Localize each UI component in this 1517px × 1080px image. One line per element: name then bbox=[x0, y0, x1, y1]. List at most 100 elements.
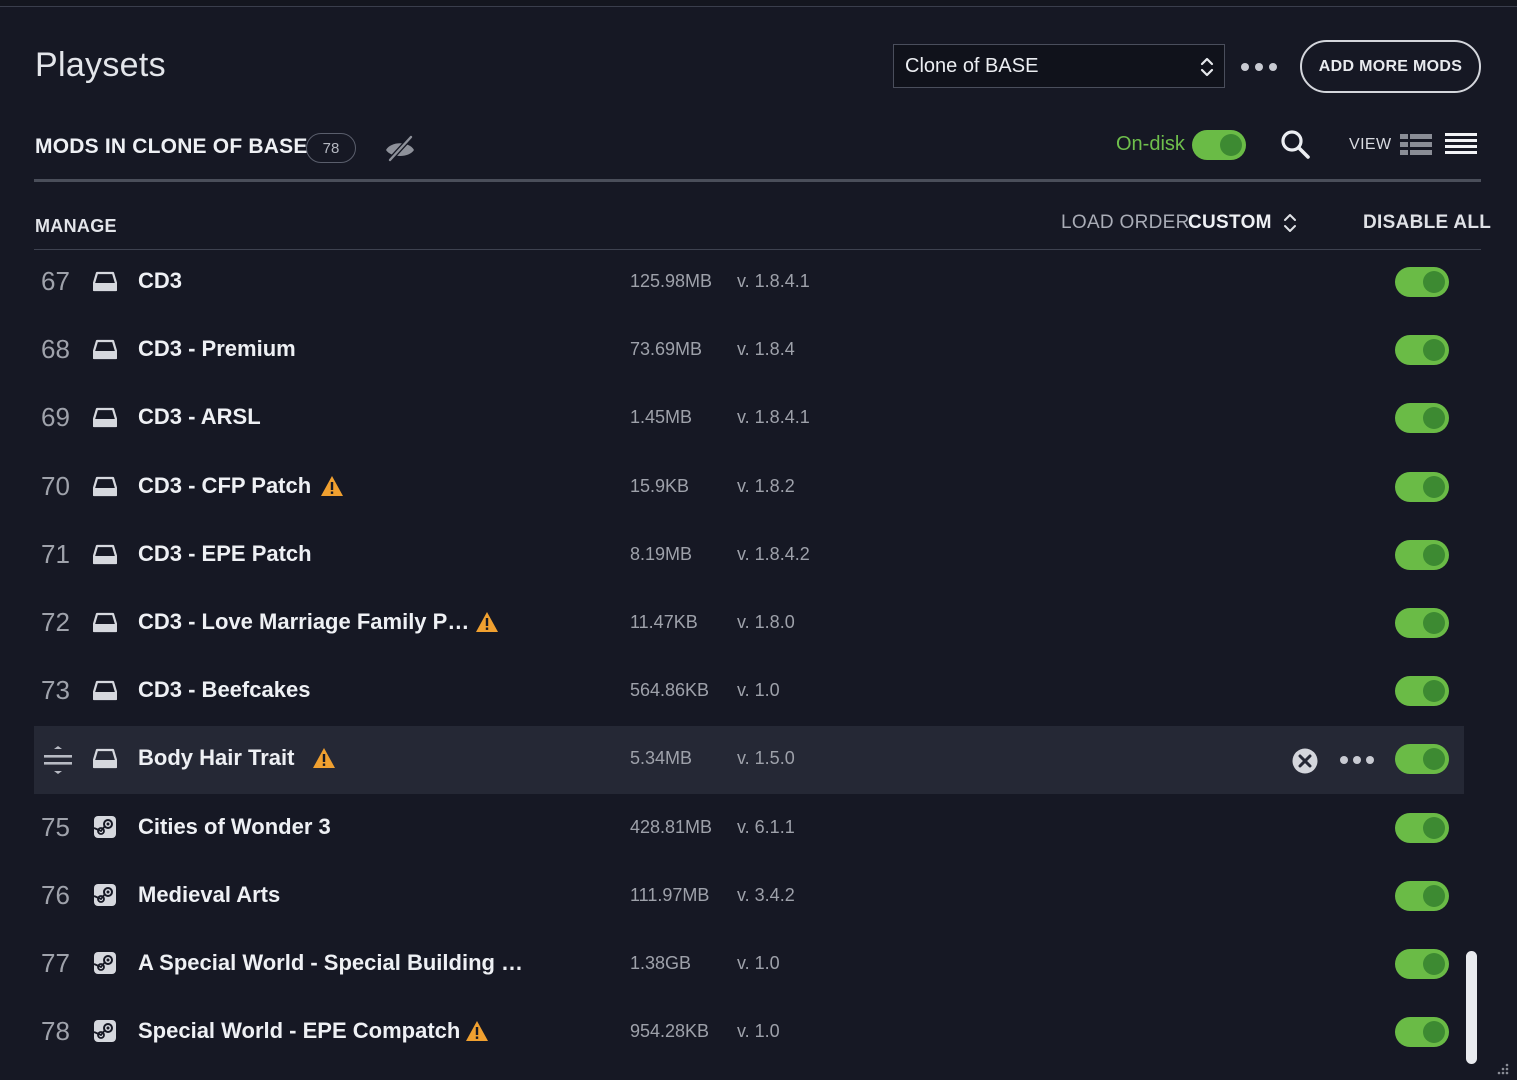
mod-name[interactable]: Medieval Arts bbox=[138, 882, 280, 908]
disk-icon bbox=[93, 749, 117, 769]
mod-row[interactable]: 75 Cities of Wonder 3 428.81MB v. 6.1.1 bbox=[34, 795, 1464, 863]
disk-icon bbox=[93, 340, 117, 360]
mod-size: 428.81MB bbox=[630, 816, 713, 837]
mod-name[interactable]: Body Hair Trait bbox=[138, 745, 294, 771]
eye-slash-icon[interactable] bbox=[383, 133, 417, 163]
mod-version: v. 1.8.0 bbox=[737, 612, 795, 632]
mod-size: 8.19MB bbox=[630, 543, 693, 564]
window-top-edge bbox=[0, 0, 1517, 7]
mod-name[interactable]: Special World - EPE Compatch bbox=[138, 1018, 460, 1044]
playset-more-options-button[interactable] bbox=[1241, 57, 1277, 77]
mod-version: v. 1.0 bbox=[737, 680, 780, 701]
disk-icon bbox=[93, 476, 117, 496]
disk-icon bbox=[93, 271, 117, 292]
mod-version: v. 1.0 bbox=[737, 953, 780, 973]
mod-enabled-toggle[interactable] bbox=[1395, 267, 1449, 297]
disk-icon bbox=[93, 612, 117, 633]
load-order-number: 78 bbox=[41, 1016, 70, 1047]
steam-icon bbox=[93, 815, 116, 838]
load-order-number: 75 bbox=[41, 811, 70, 842]
drag-handle-icon[interactable] bbox=[43, 746, 73, 775]
mod-row[interactable]: 72 CD3 - Love Marriage Family P… 11.47KB v.… bbox=[34, 590, 1464, 658]
mod-row[interactable]: 67 CD3 125.98MB v. 1.8.4.1 bbox=[34, 250, 1464, 317]
mod-version: v. 1.5.0 bbox=[737, 748, 795, 769]
dot bbox=[1269, 63, 1277, 71]
manage-label: MANAGE bbox=[35, 216, 117, 236]
page-title: Playsets bbox=[35, 46, 166, 84]
scrollbar-thumb[interactable] bbox=[1466, 951, 1477, 1064]
load-order-number: 73 bbox=[41, 675, 70, 706]
mod-row[interactable]: 69 CD3 - ARSL 1.45MB v. 1.8.4.1 bbox=[34, 385, 1464, 453]
mod-enabled-toggle[interactable] bbox=[1395, 539, 1449, 570]
mod-row[interactable]: 77 A Special World - Special Building … 1.… bbox=[34, 931, 1464, 999]
playset-select[interactable]: Clone of BASE bbox=[893, 44, 1225, 88]
steam-icon bbox=[93, 883, 116, 906]
load-order-number: 77 bbox=[41, 948, 70, 978]
mod-enabled-toggle[interactable] bbox=[1395, 471, 1449, 502]
load-order-number: 68 bbox=[41, 334, 70, 365]
mod-row[interactable]: 76 Medieval Arts 111.97MB v. 3.4.2 bbox=[34, 863, 1464, 931]
mod-name[interactable]: CD3 - Beefcakes bbox=[138, 677, 310, 703]
mod-enabled-toggle[interactable] bbox=[1395, 880, 1449, 911]
mod-name[interactable]: A Special World - Special Building … bbox=[138, 950, 523, 976]
mod-size: 5.34MB bbox=[630, 748, 693, 769]
mod-enabled-toggle[interactable] bbox=[1395, 608, 1449, 638]
mod-size: 1.45MB bbox=[630, 407, 693, 428]
ondisk-toggle[interactable] bbox=[1192, 130, 1246, 160]
view-detailed-list-icon[interactable] bbox=[1400, 133, 1432, 157]
load-order-number: 67 bbox=[41, 266, 70, 296]
warning-icon[interactable] bbox=[312, 747, 336, 769]
load-order-select[interactable]: CUSTOM bbox=[1188, 212, 1272, 234]
mod-size: 15.9KB bbox=[630, 475, 690, 496]
mod-more-options-button[interactable] bbox=[1340, 756, 1374, 765]
mods-section-title: MODS IN CLONE OF BASE bbox=[35, 135, 308, 158]
mod-version: v. 1.8.4.1 bbox=[737, 271, 810, 291]
mod-row[interactable]: 68 CD3 - Premium 73.69MB v. 1.8.4 bbox=[34, 317, 1464, 385]
mod-size: 954.28KB bbox=[630, 1021, 710, 1042]
mod-row[interactable]: 78 Special World - EPE Compatch 954.28KB v.… bbox=[34, 999, 1464, 1067]
mod-row[interactable]: Body Hair Trait 5.34MB v. 1.5.0 bbox=[34, 726, 1464, 795]
mod-enabled-toggle[interactable] bbox=[1395, 335, 1449, 366]
mod-name[interactable]: CD3 - Premium bbox=[138, 336, 296, 362]
resize-grip-icon[interactable] bbox=[1494, 1062, 1510, 1078]
updown-arrows-icon bbox=[1200, 57, 1214, 77]
mod-version: v. 1.8.4.1 bbox=[737, 407, 810, 428]
mod-size: 564.86KB bbox=[630, 680, 710, 701]
mod-version: v. 1.8.4 bbox=[737, 339, 795, 360]
mod-count-badge: 78 bbox=[306, 133, 356, 163]
mod-version: v. 1.8.2 bbox=[737, 475, 795, 496]
load-order-label: LOAD ORDER bbox=[1061, 212, 1190, 233]
mod-name[interactable]: CD3 - Love Marriage Family P… bbox=[138, 609, 469, 635]
dot bbox=[1255, 63, 1263, 71]
remove-circle-icon[interactable] bbox=[1291, 747, 1319, 775]
mod-name[interactable]: CD3 - EPE Patch bbox=[138, 541, 312, 567]
mod-name[interactable]: CD3 - CFP Patch bbox=[138, 473, 311, 499]
mod-version: v. 1.0 bbox=[737, 1021, 780, 1042]
mod-enabled-toggle[interactable] bbox=[1395, 403, 1449, 434]
disable-all-button[interactable]: DISABLE ALL bbox=[1363, 212, 1491, 234]
mod-enabled-toggle[interactable] bbox=[1395, 1017, 1449, 1048]
mod-row[interactable]: 70 CD3 - CFP Patch 15.9KB v. 1.8.2 bbox=[34, 454, 1464, 522]
section-divider bbox=[34, 179, 1481, 182]
mod-enabled-toggle[interactable] bbox=[1395, 744, 1449, 775]
search-icon[interactable] bbox=[1279, 128, 1311, 160]
mod-size: 73.69MB bbox=[630, 339, 703, 360]
mod-enabled-toggle[interactable] bbox=[1395, 812, 1449, 843]
mod-version: v. 1.8.4.2 bbox=[737, 543, 810, 564]
warning-icon[interactable] bbox=[465, 1020, 489, 1042]
mod-name[interactable]: Cities of Wonder 3 bbox=[138, 814, 331, 840]
warning-icon[interactable] bbox=[320, 475, 344, 497]
view-compact-list-icon[interactable] bbox=[1445, 133, 1477, 157]
mod-enabled-toggle[interactable] bbox=[1395, 949, 1449, 979]
warning-icon[interactable] bbox=[475, 611, 499, 633]
updown-arrows-icon[interactable] bbox=[1282, 213, 1298, 233]
mod-name[interactable]: CD3 bbox=[138, 268, 182, 294]
mod-row[interactable]: 73 CD3 - Beefcakes 564.86KB v. 1.0 bbox=[34, 658, 1464, 726]
mod-row[interactable]: 71 CD3 - EPE Patch 8.19MB v. 1.8.4.2 bbox=[34, 522, 1464, 590]
mod-name[interactable]: CD3 - ARSL bbox=[138, 404, 261, 430]
add-more-mods-button[interactable]: ADD MORE MODS bbox=[1300, 40, 1481, 93]
mod-enabled-toggle[interactable] bbox=[1395, 676, 1449, 707]
mod-list: 67 CD3 125.98MB v. 1.8.4.1 68 CD3 - Premium 73… bbox=[34, 250, 1464, 1080]
playset-select-value: Clone of BASE bbox=[905, 54, 1039, 77]
mod-version: v. 6.1.1 bbox=[737, 816, 795, 837]
